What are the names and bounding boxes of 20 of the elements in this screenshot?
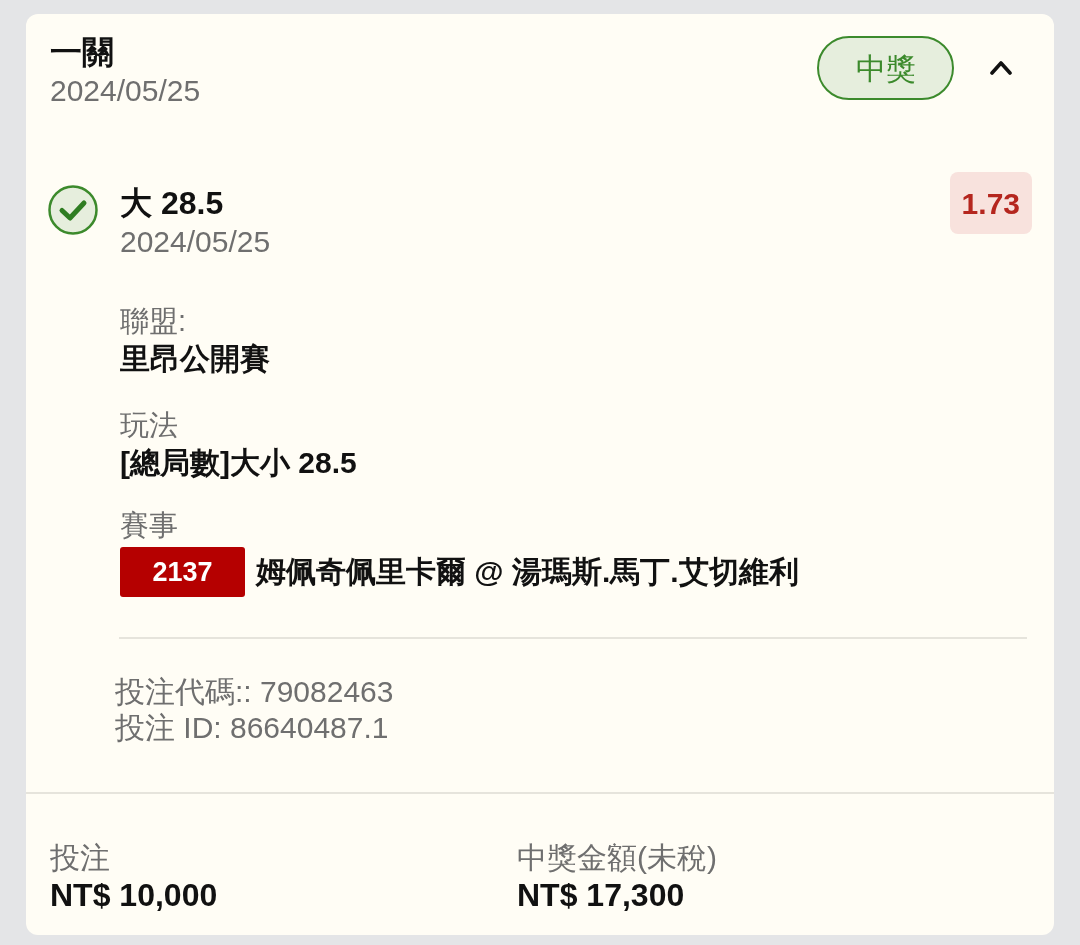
event-name: 姆佩奇佩里卡爾 @ 湯瑪斯.馬丁.艾切維利: [256, 554, 799, 590]
card-title: 一關: [50, 33, 115, 72]
event-number-badge: 2137: [120, 547, 245, 597]
summary-amount: NT$ 17,300: [517, 877, 686, 913]
status-badge: 中獎: [817, 36, 954, 100]
bet-code-text: 投注 ID: 86640487.1: [115, 710, 390, 746]
detail-label: 聯盟:: [120, 304, 188, 339]
card-date: 2024/05/25: [50, 73, 201, 109]
summary-amount: NT$ 10,000: [50, 877, 219, 913]
summary-label: 中獎金額(未稅): [517, 840, 718, 876]
summary-label: 投注: [50, 840, 111, 876]
chevron-up-icon[interactable]: [990, 60, 1012, 76]
selection-date: 2024/05/25: [120, 224, 272, 260]
detail-value: [總局數]大小 28.5: [120, 445, 358, 481]
detail-label: 賽事: [120, 508, 179, 543]
detail-value: 里昂公開賽: [120, 341, 271, 377]
odds-badge: 1.73: [949, 172, 1032, 234]
selection-title: 大 28.5: [120, 184, 225, 223]
detail-label: 玩法: [120, 408, 179, 443]
bet-code-text: 投注代碼:: 79082463: [115, 674, 395, 710]
